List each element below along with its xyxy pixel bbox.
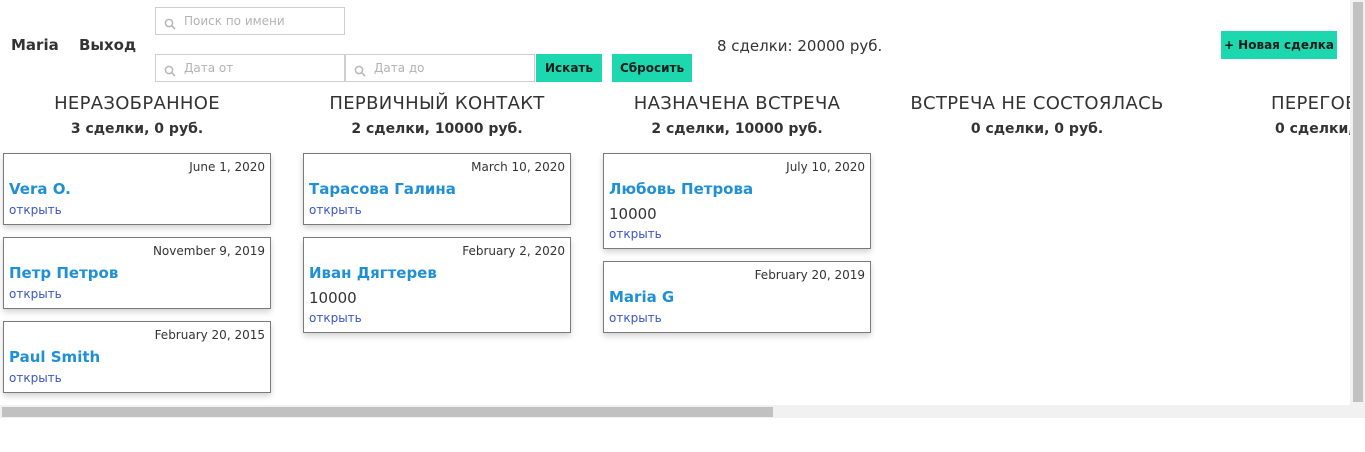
column-title: ПЕРЕГОВ	[1271, 93, 1358, 114]
column-subtitle: 2 сделки, 10000 руб.	[651, 121, 823, 137]
column-subtitle: 2 сделки, 10000 руб.	[351, 121, 523, 137]
column-subtitle: 3 сделки, 0 руб.	[70, 121, 204, 137]
deal-date: February 20, 2015	[154, 328, 265, 342]
date-to-field[interactable]	[345, 54, 535, 82]
column-title: НАЗНАЧЕНА ВСТРЕЧА	[633, 93, 841, 114]
deal-date: February 20, 2019	[754, 268, 865, 282]
deal-date: March 10, 2020	[471, 160, 565, 174]
deal-card[interactable]: July 10, 2020 Любовь Петрова 10000 откры…	[603, 153, 871, 249]
deal-amount: 10000	[609, 205, 657, 223]
open-link[interactable]: открыть	[9, 287, 62, 301]
search-input[interactable]	[184, 14, 334, 28]
deal-date: November 9, 2019	[152, 244, 265, 258]
open-link[interactable]: открыть	[9, 371, 62, 385]
search-icon	[354, 62, 366, 77]
date-from-input[interactable]	[184, 61, 334, 75]
date-to-input[interactable]	[374, 61, 524, 75]
deal-date: June 1, 2020	[189, 160, 265, 174]
deals-summary: 8 сделки: 20000 руб.	[717, 37, 883, 55]
deal-amount: 10000	[309, 289, 357, 307]
deal-name[interactable]: Петр Петров	[9, 264, 118, 282]
deal-card[interactable]: February 20, 2015 Paul Smith открыть	[3, 321, 271, 393]
deal-name[interactable]: Иван Дягтерев	[309, 264, 437, 282]
deal-name[interactable]: Vera O.	[9, 180, 71, 198]
open-link[interactable]: открыть	[609, 311, 662, 325]
date-from-field[interactable]	[155, 54, 345, 82]
deal-name[interactable]: Любовь Петрова	[609, 180, 753, 198]
open-link[interactable]: открыть	[9, 203, 62, 217]
column-title: НЕРАЗОБРАННОЕ	[54, 93, 220, 114]
deal-name[interactable]: Paul Smith	[9, 348, 100, 366]
deal-date: February 2, 2020	[462, 244, 565, 258]
deal-card[interactable]: November 9, 2019 Петр Петров открыть	[3, 237, 271, 309]
search-icon	[164, 15, 176, 30]
deal-date: July 10, 2020	[786, 160, 865, 174]
deal-card[interactable]: February 2, 2020 Иван Дягтерев 10000 отк…	[303, 237, 571, 333]
deal-card[interactable]: June 1, 2020 Vera O. открыть	[3, 153, 271, 225]
open-link[interactable]: открыть	[309, 311, 362, 325]
deal-name[interactable]: Тарасова Галина	[309, 180, 456, 198]
search-icon	[164, 62, 176, 77]
vertical-scrollbar-thumb[interactable]	[1353, 2, 1363, 402]
column-title: ПЕРВИЧНЫЙ КОНТАКТ	[329, 93, 545, 114]
deal-card[interactable]: February 20, 2019 Maria G открыть	[603, 261, 871, 333]
open-link[interactable]: открыть	[609, 227, 662, 241]
search-button[interactable]: Искать	[536, 54, 602, 82]
user-name: Maria	[11, 36, 59, 54]
reset-button[interactable]: Сбросить	[612, 54, 692, 82]
column-subtitle: 0 сделки, 0 руб.	[970, 121, 1104, 137]
open-link[interactable]: открыть	[309, 203, 362, 217]
deal-card[interactable]: March 10, 2020 Тарасова Галина открыть	[303, 153, 571, 225]
column-subtitle: 0 сделки,	[1275, 121, 1354, 137]
deal-name[interactable]: Maria G	[609, 288, 674, 306]
search-field[interactable]	[155, 7, 345, 35]
column-title: ВСТРЕЧА НЕ СОСТОЯЛАСЬ	[910, 93, 1164, 114]
new-deal-button[interactable]: + Новая сделка	[1221, 31, 1337, 59]
horizontal-scrollbar-thumb[interactable]	[2, 407, 773, 417]
logout-link[interactable]: Выход	[79, 36, 136, 54]
